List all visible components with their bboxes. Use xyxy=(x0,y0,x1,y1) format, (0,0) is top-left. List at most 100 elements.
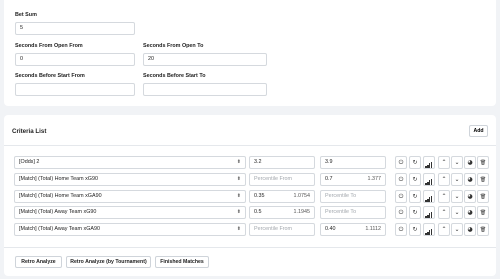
chevron-up-button[interactable]: ⌃ xyxy=(438,156,450,169)
chevron-down-button[interactable]: ⌄ xyxy=(451,173,463,186)
percentile-to-input[interactable]: Percentile To xyxy=(320,190,386,203)
bar-chart-button[interactable] xyxy=(423,156,435,169)
finished-matches-button[interactable]: Finished Matches xyxy=(155,256,209,268)
refresh-icon: ↻ xyxy=(412,176,418,183)
chevron-down-icon: ⌄ xyxy=(454,226,460,233)
refresh-button[interactable]: ↻ xyxy=(409,190,421,203)
select-chevron-icon: ⬍ xyxy=(236,193,241,199)
palette-button[interactable]: ◕ xyxy=(464,173,476,186)
trash-icon: 🗑 xyxy=(479,194,487,200)
chevron-up-button[interactable]: ⌃ xyxy=(438,206,450,219)
power-icon: ⏻ xyxy=(398,159,404,166)
retro-analyze-button[interactable]: Retro Analyze xyxy=(15,256,62,268)
retro-analyze-tournament-button[interactable]: Retro Analyze (by Tournament) xyxy=(66,256,151,268)
refresh-icon: ↻ xyxy=(412,226,418,233)
refresh-icon: ↻ xyxy=(412,193,418,200)
power-icon: ⏻ xyxy=(398,209,404,216)
percentile-to-input[interactable]: 3.9 xyxy=(320,156,386,169)
palette-icon: ◕ xyxy=(467,226,473,233)
percentile-to-input[interactable]: 0.7 1.377 xyxy=(320,173,386,186)
percentile-from-input-value: 0.5 xyxy=(254,209,262,215)
chevron-up-button[interactable]: ⌃ xyxy=(438,173,450,186)
trash-button[interactable]: 🗑 xyxy=(477,206,489,219)
percentile-to-input[interactable]: Percentile To xyxy=(320,206,386,219)
refresh-button[interactable]: ↻ xyxy=(409,173,421,186)
criteria-row: [Match] (Total) Away Team xG90 ⬍ 0.5 1.1945… xyxy=(4,206,496,220)
refresh-icon: ↻ xyxy=(412,209,418,216)
seconds-before-start-to-input[interactable] xyxy=(143,83,267,96)
trash-button[interactable]: 🗑 xyxy=(477,190,489,203)
percentile-to-input-placeholder: Percentile To xyxy=(325,193,357,199)
seconds-from-open-to-input[interactable]: 20 xyxy=(143,53,267,66)
trash-button[interactable]: 🗑 xyxy=(477,156,489,169)
criteria-select-value: [Match] (Total) Home Team xG90 xyxy=(19,176,98,182)
palette-button[interactable]: ◕ xyxy=(464,206,476,219)
percentile-to-input[interactable]: 0.40 1.1112 xyxy=(320,223,386,236)
chevron-down-button[interactable]: ⌄ xyxy=(451,206,463,219)
criteria-select[interactable]: [Match] (Total) Away Team xG90 ⬍ xyxy=(14,206,246,219)
bar-chart-button[interactable] xyxy=(423,190,435,203)
seconds-before-start-from-input[interactable] xyxy=(15,83,135,96)
criteria-row: [Match] (Total) Home Team xGA90 ⬍ 0.35 1.07… xyxy=(4,190,496,204)
refresh-button[interactable]: ↻ xyxy=(409,223,421,236)
refresh-button[interactable]: ↻ xyxy=(409,206,421,219)
bar-chart-button[interactable] xyxy=(423,206,435,219)
criteria-select[interactable]: [Match] (Total) Home Team xG90 ⬍ xyxy=(14,173,246,186)
bet-sum-input[interactable]: 5 xyxy=(15,22,135,35)
palette-button[interactable]: ◕ xyxy=(464,223,476,236)
palette-button[interactable]: ◕ xyxy=(464,190,476,203)
bar-chart-icon xyxy=(425,224,433,235)
chevron-down-button[interactable]: ⌄ xyxy=(451,190,463,203)
chevron-up-icon: ⌃ xyxy=(441,176,447,183)
criteria-select-value: [Match] (Total) Home Team xGA90 xyxy=(19,193,102,199)
palette-icon: ◕ xyxy=(467,209,473,216)
trash-button[interactable]: 🗑 xyxy=(477,173,489,186)
power-button[interactable]: ⏻ xyxy=(395,173,407,186)
percentile-from-input-placeholder: Percentile From xyxy=(254,176,293,182)
select-chevron-icon: ⬍ xyxy=(236,226,241,232)
trash-icon: 🗑 xyxy=(479,227,487,233)
chevron-down-button[interactable]: ⌄ xyxy=(451,223,463,236)
power-button[interactable]: ⏻ xyxy=(395,156,407,169)
palette-button[interactable]: ◕ xyxy=(464,156,476,169)
criteria-row: [Match] (Total) Away Team xGA90 ⬍ Percenti… xyxy=(4,223,496,237)
criteria-select-value: [Odds] 2 xyxy=(19,159,40,165)
seconds-before-start-from-label: Seconds Before Start From xyxy=(15,73,85,79)
refresh-button[interactable]: ↻ xyxy=(409,156,421,169)
chevron-down-icon: ⌄ xyxy=(454,176,460,183)
chevron-up-button[interactable]: ⌃ xyxy=(438,223,450,236)
percentile-from-input[interactable]: Percentile From xyxy=(249,223,315,236)
percentile-from-input[interactable]: 0.5 1.1945 xyxy=(249,206,315,219)
percentile-from-input-hint: 1.0754 xyxy=(293,193,311,199)
bar-chart-button[interactable] xyxy=(423,173,435,186)
seconds-from-open-to-label: Seconds From Open To xyxy=(143,43,204,49)
power-button[interactable]: ⏻ xyxy=(395,190,407,203)
chevron-down-button[interactable]: ⌄ xyxy=(451,156,463,169)
percentile-from-input[interactable]: Percentile From xyxy=(249,173,315,186)
criteria-row: [Match] (Total) Home Team xG90 ⬍ Percentil… xyxy=(4,173,496,187)
power-icon: ⏻ xyxy=(398,193,404,200)
chevron-up-button[interactable]: ⌃ xyxy=(438,190,450,203)
bar-chart-icon xyxy=(425,191,433,202)
palette-icon: ◕ xyxy=(467,159,473,166)
criteria-list-title: Criteria List xyxy=(12,128,47,135)
chevron-up-icon: ⌃ xyxy=(441,193,447,200)
percentile-to-input-hint: 1.377 xyxy=(367,176,382,182)
add-criteria-button[interactable]: Add xyxy=(469,125,488,137)
criteria-select[interactable]: [Odds] 2 ⬍ xyxy=(14,156,246,169)
power-button[interactable]: ⏻ xyxy=(395,206,407,219)
criteria-select[interactable]: [Match] (Total) Away Team xGA90 ⬍ xyxy=(14,223,246,236)
power-button[interactable]: ⏻ xyxy=(395,223,407,236)
chevron-down-icon: ⌄ xyxy=(454,209,460,216)
criteria-select[interactable]: [Match] (Total) Home Team xGA90 ⬍ xyxy=(14,190,246,203)
bar-chart-button[interactable] xyxy=(423,223,435,236)
select-chevron-icon: ⬍ xyxy=(236,159,241,165)
percentile-from-input[interactable]: 0.35 1.0754 xyxy=(249,190,315,203)
percentile-from-input[interactable]: 3.2 xyxy=(249,156,315,169)
palette-icon: ◕ xyxy=(467,176,473,183)
seconds-from-open-from-input[interactable]: 0 xyxy=(15,53,135,66)
palette-icon: ◕ xyxy=(467,193,473,200)
trash-button[interactable]: 🗑 xyxy=(477,223,489,236)
percentile-from-input-value: 0.35 xyxy=(254,193,265,199)
select-chevron-icon: ⬍ xyxy=(236,176,241,182)
